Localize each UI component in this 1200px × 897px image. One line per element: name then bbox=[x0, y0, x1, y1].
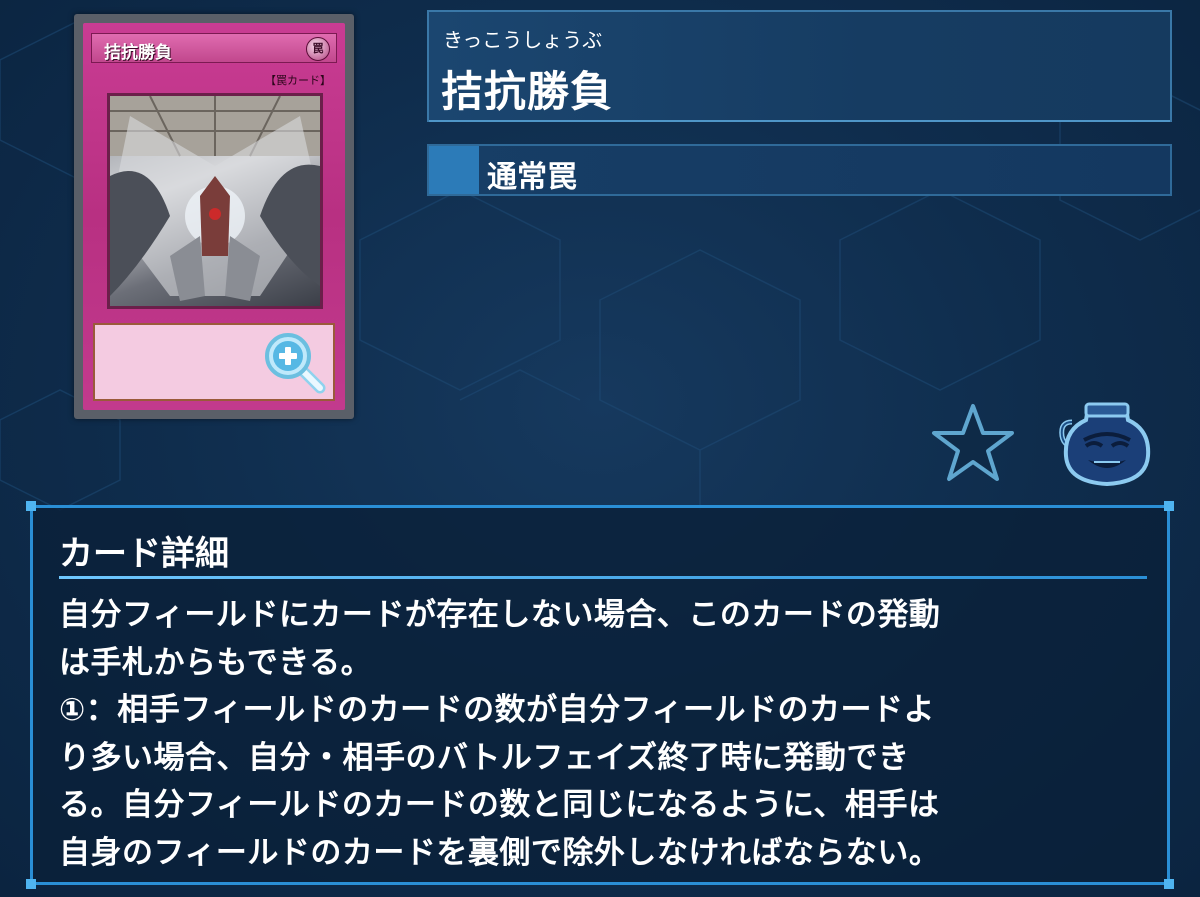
card-details-panel: カード詳細 自分フィールドにカードが存在しない場合、このカードの発動 は手札から… bbox=[26, 501, 1174, 889]
details-title: カード詳細 bbox=[59, 534, 229, 574]
panel-corner bbox=[26, 879, 36, 889]
card-effect-text: 自分フィールドにカードが存在しない場合、このカードの発動 は手札からもできる。 … bbox=[59, 592, 1149, 877]
card-type-panel: 通常罠 bbox=[427, 144, 1172, 196]
star-icon bbox=[932, 404, 1014, 481]
card-artwork bbox=[107, 93, 323, 309]
effect-line: 自身のフィールドのカードを裏側で除外しなければならない。 bbox=[59, 834, 941, 871]
effect-line: ①：相手フィールドのカードの数が自分フィールドのカードよ bbox=[59, 692, 936, 728]
card-artwork-illustration bbox=[110, 96, 320, 301]
favorite-star-button[interactable] bbox=[930, 402, 1016, 484]
pot-of-greed-button[interactable] bbox=[1058, 400, 1156, 488]
trap-attribute-icon: 罠 bbox=[306, 37, 330, 61]
details-divider bbox=[59, 576, 1147, 579]
effect-line: 自分フィールドにカードが存在しない場合、このカードの発動 bbox=[59, 597, 941, 633]
panel-corner bbox=[26, 501, 36, 511]
card-image-type-line: 【罠カード】 bbox=[265, 74, 331, 87]
type-indicator bbox=[429, 146, 479, 194]
panel-corner bbox=[1164, 501, 1174, 511]
card-image-name: 拮抗勝負 bbox=[104, 43, 172, 63]
zoom-in-icon[interactable] bbox=[262, 330, 328, 396]
panel-corner bbox=[1164, 879, 1174, 889]
effect-line: は手札からもできる。 bbox=[59, 644, 373, 681]
card-name-ruby: きっこうしょうぶ bbox=[443, 28, 603, 52]
effect-line: り多い場合、自分・相手のバトルフェイズ終了時に発動でき bbox=[59, 739, 910, 776]
card-type: 通常罠 bbox=[487, 160, 577, 195]
card-name-panel: きっこうしょうぶ 拮抗勝負 bbox=[427, 10, 1172, 122]
effect-line: る。自分フィールドのカードの数と同じになるように、相手は bbox=[59, 787, 940, 823]
card-image-name-box: 拮抗勝負 罠 bbox=[91, 33, 337, 63]
card-name: 拮抗勝負 bbox=[441, 67, 614, 116]
pot-of-greed-icon bbox=[1059, 402, 1151, 487]
